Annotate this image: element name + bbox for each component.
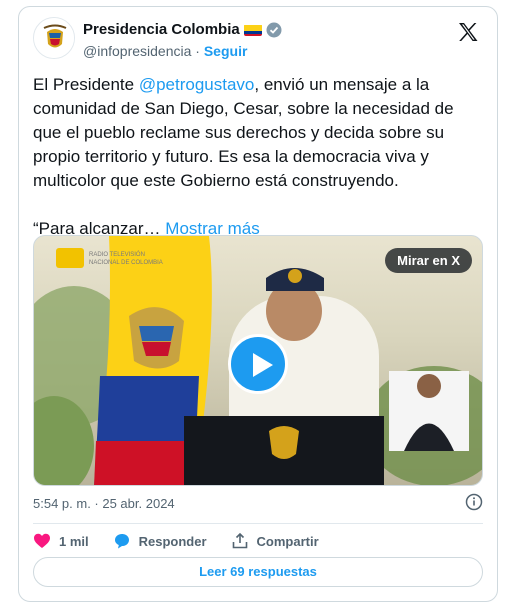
tweet-card: Presidencia Colombia @infopresidencia · … — [18, 6, 498, 602]
divider — [33, 523, 483, 524]
svg-text:NACIONAL DE COLOMBIA: NACIONAL DE COLOMBIA — [89, 260, 163, 266]
handle-row: @infopresidencia · Seguir — [83, 43, 247, 59]
follow-button[interactable]: Seguir — [204, 43, 248, 59]
share-label: Compartir — [256, 533, 319, 549]
like-button[interactable]: 1 mil — [33, 532, 89, 550]
avatar[interactable] — [33, 17, 75, 59]
tweet-header: Presidencia Colombia @infopresidencia · … — [33, 17, 485, 67]
separator: · — [195, 43, 200, 59]
account-name[interactable]: Presidencia Colombia — [83, 21, 240, 38]
account-handle[interactable]: @infopresidencia — [83, 43, 191, 59]
reply-label: Responder — [138, 533, 207, 549]
play-icon — [253, 353, 273, 377]
info-icon[interactable] — [465, 493, 483, 511]
video-player[interactable]: RADIO TELEVISIÓN NACIONAL DE COLOMBIA Mi… — [33, 235, 483, 486]
like-count: 1 mil — [59, 533, 89, 549]
read-replies-button[interactable]: Leer 69 respuestas — [33, 557, 483, 587]
tweet-text: El Presidente @petrogustavo, envió un me… — [33, 73, 485, 241]
verified-badge-icon — [266, 22, 282, 38]
tweet-timestamp[interactable]: 5:54 p. m. · 25 abr. 2024 — [33, 496, 175, 511]
x-logo-icon[interactable] — [457, 21, 479, 43]
rtvc-logo-text: RADIO TELEVISIÓN — [89, 251, 145, 258]
watch-on-x-button[interactable]: Mirar en X — [385, 248, 472, 273]
share-button[interactable]: Compartir — [231, 532, 319, 550]
play-button[interactable] — [228, 334, 288, 394]
coat-of-arms-icon — [34, 18, 74, 58]
tweet-text-part1: El Presidente — [33, 75, 139, 94]
mention-link[interactable]: @petrogustavo — [139, 75, 255, 94]
action-bar: 1 mil Responder Compartir — [33, 530, 343, 552]
tweet-text-part2: , envió un mensaje a la comunidad de San… — [33, 75, 454, 238]
reply-button[interactable]: Responder — [113, 532, 207, 550]
reply-bubble-icon — [114, 534, 129, 549]
colombia-flag-icon — [243, 24, 262, 36]
share-icon — [232, 532, 247, 549]
heart-icon — [34, 533, 50, 548]
